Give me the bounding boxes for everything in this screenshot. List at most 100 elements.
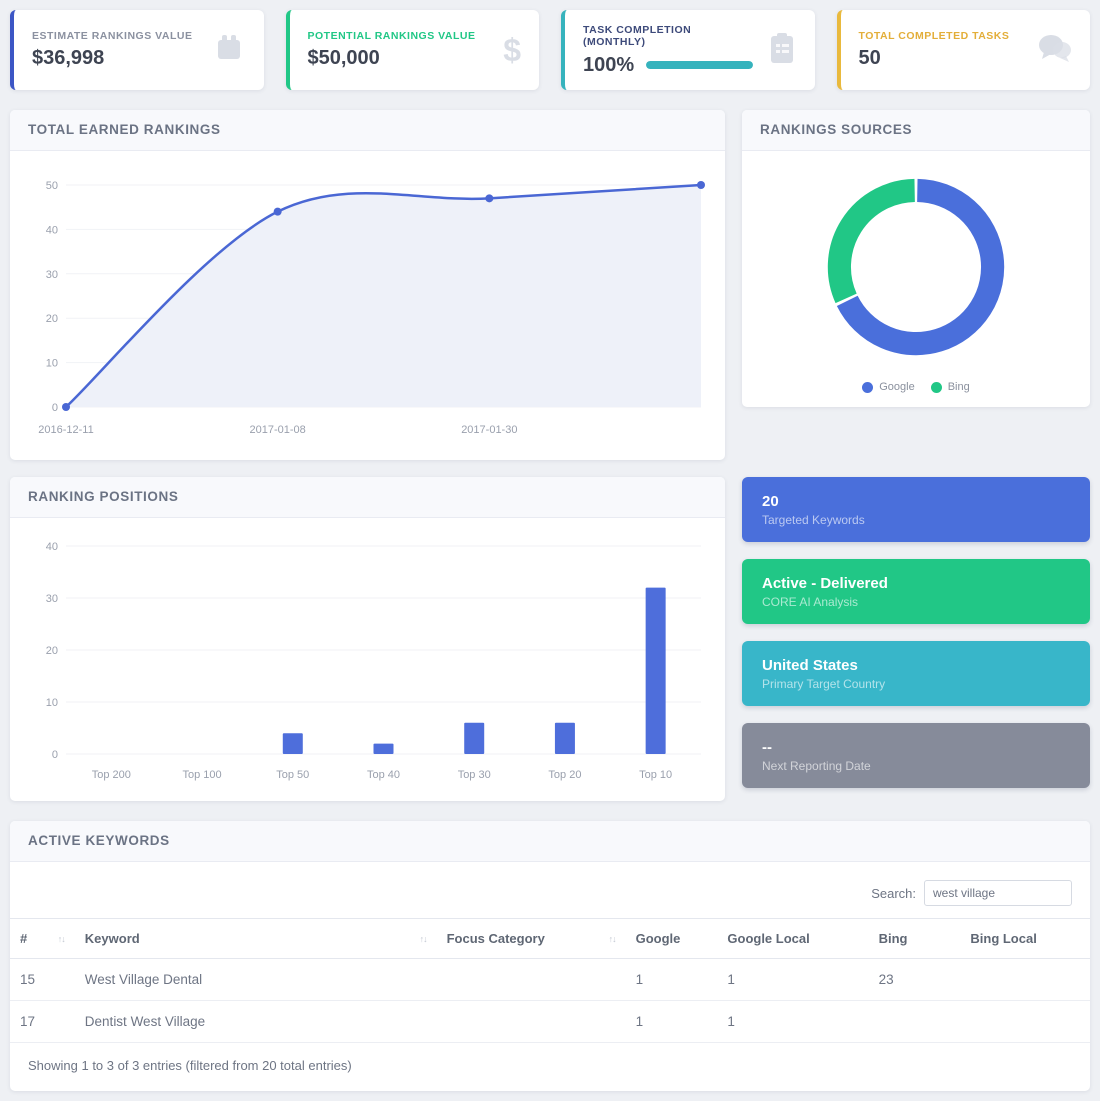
legend-item-bing: Bing: [931, 381, 970, 393]
svg-text:Top 10: Top 10: [639, 769, 672, 781]
info-card-title: United States: [762, 657, 1070, 674]
info-card-title: 20: [762, 493, 1070, 510]
dashboard-page: ESTIMATE RANKINGS VALUE $36,998 POTENTIA…: [0, 0, 1100, 1101]
svg-text:Top 20: Top 20: [548, 769, 581, 781]
clipboard-icon: [753, 31, 797, 70]
sort-icon: ↑↓: [609, 934, 616, 944]
svg-text:0: 0: [52, 749, 58, 761]
legend-item-google: Google: [862, 381, 914, 393]
ranking-positions-panel: RANKING POSITIONS 0 10 20 30 40 Top 200 Top 10…: [10, 477, 725, 801]
cell-focus-category: [437, 959, 626, 1001]
cell-keyword: Dentist West Village: [75, 1001, 437, 1043]
info-card-title: --: [762, 739, 1070, 756]
svg-text:Top 100: Top 100: [182, 769, 221, 781]
search-input[interactable]: [924, 880, 1072, 906]
stat-label: ESTIMATE RANKINGS VALUE: [32, 30, 202, 42]
svg-text:10: 10: [46, 697, 58, 709]
cell-bing-local: [960, 1001, 1090, 1043]
column-header-num[interactable]: # ↑↓: [10, 919, 75, 959]
legend-label: Bing: [948, 381, 970, 393]
info-card-core-ai-analysis: Active - Delivered CORE AI Analysis: [742, 559, 1090, 624]
earned-rankings-line-chart: 0 10 20 30 40 50 2016-12-11 2017-01-08 2017-01-3…: [18, 161, 717, 449]
table-header-row: # ↑↓ Keyword ↑↓ Focus Category ↑↓ Google: [10, 919, 1090, 959]
total-earned-rankings-panel: TOTAL EARNED RANKINGS 0 10 20 30 40 50 2016-12…: [10, 110, 725, 460]
chat-icon: [1028, 32, 1072, 69]
chart-legend: Google Bing: [862, 381, 970, 393]
panel-header: RANKINGS SOURCES: [742, 110, 1090, 151]
legend-dot-icon: [931, 382, 942, 393]
stat-card-potential-value: POTENTIAL RANKINGS VALUE $50,000 $: [286, 10, 540, 90]
sort-icon: ↑↓: [420, 934, 427, 944]
stat-label: POTENTIAL RANKINGS VALUE: [308, 30, 478, 42]
sort-icon: ↑↓: [58, 934, 65, 944]
column-header-focus-category[interactable]: Focus Category ↑↓: [437, 919, 626, 959]
active-keywords-table: # ↑↓ Keyword ↑↓ Focus Category ↑↓ Google: [10, 918, 1090, 1043]
svg-text:0: 0: [52, 402, 58, 414]
cell-google-local: 1: [717, 1001, 868, 1043]
svg-text:30: 30: [46, 593, 58, 605]
cell-google-local: 1: [717, 959, 868, 1001]
cell-focus-category: [437, 1001, 626, 1043]
table-entries-info: Showing 1 to 3 of 3 entries (filtered fr…: [10, 1043, 1090, 1091]
panel-title: TOTAL EARNED RANKINGS: [28, 122, 221, 137]
panel-title: RANKINGS SOURCES: [760, 122, 912, 137]
svg-text:Top 50: Top 50: [276, 769, 309, 781]
svg-text:2017-01-08: 2017-01-08: [250, 424, 306, 436]
task-progress-bar: [646, 61, 752, 69]
svg-text:Top 200: Top 200: [92, 769, 131, 781]
active-keywords-panel: ACTIVE KEYWORDS Search: # ↑↓: [10, 821, 1090, 1091]
info-card-subtitle: Primary Target Country: [762, 677, 1070, 691]
stat-card-task-completion: TASK COMPLETION (MONTHLY) 100%: [561, 10, 815, 90]
legend-dot-icon: [862, 382, 873, 393]
stat-value: 50: [859, 47, 1029, 70]
stats-row: ESTIMATE RANKINGS VALUE $36,998 POTENTIA…: [10, 10, 1090, 90]
info-card-next-reporting-date: -- Next Reporting Date: [742, 723, 1090, 788]
svg-text:Top 30: Top 30: [458, 769, 491, 781]
stat-card-estimate-value: ESTIMATE RANKINGS VALUE $36,998: [10, 10, 264, 90]
svg-text:20: 20: [46, 645, 58, 657]
column-header-google-local: Google Local: [717, 919, 868, 959]
main-grid: TOTAL EARNED RANKINGS 010203040502016-12…: [10, 110, 1090, 1091]
dollar-icon: $: [477, 34, 521, 66]
rankings-sources-panel: RANKINGS SOURCES Google Bing: [742, 110, 1090, 407]
svg-text:2016-12-11: 2016-12-11: [38, 424, 93, 436]
info-card-primary-target-country: United States Primary Target Country: [742, 641, 1090, 706]
info-card-subtitle: Next Reporting Date: [762, 759, 1070, 773]
cell-google: 1: [626, 959, 718, 1001]
svg-text:40: 40: [46, 541, 58, 553]
column-header-bing: Bing: [869, 919, 961, 959]
stat-value: 100%: [583, 54, 634, 77]
column-header-keyword[interactable]: Keyword ↑↓: [75, 919, 437, 959]
panel-title: RANKING POSITIONS: [28, 489, 178, 504]
cell-google: 1: [626, 1001, 718, 1043]
info-card-subtitle: Targeted Keywords: [762, 513, 1070, 527]
legend-label: Google: [879, 381, 914, 393]
ranking-positions-bar-chart: 0 10 20 30 40 Top 200 Top 100 Top 50 Top 40 Top 3…: [18, 528, 717, 790]
column-header-google: Google: [626, 919, 718, 959]
svg-text:2017-01-30: 2017-01-30: [461, 424, 517, 436]
svg-text:50: 50: [46, 180, 58, 192]
panel-header: RANKING POSITIONS: [10, 477, 725, 518]
cell-bing: [869, 1001, 961, 1043]
svg-text:Top 40: Top 40: [367, 769, 400, 781]
column-header-bing-local: Bing Local: [960, 919, 1090, 959]
svg-text:30: 30: [46, 269, 58, 281]
cell-num: 17: [10, 1001, 75, 1043]
info-card-title: Active - Delivered: [762, 575, 1070, 592]
search-label: Search:: [871, 886, 916, 901]
calendar-icon: [202, 31, 246, 70]
info-card-targeted-keywords: 20 Targeted Keywords: [742, 477, 1090, 542]
panel-header: ACTIVE KEYWORDS: [10, 821, 1090, 862]
rankings-sources-donut-chart: [818, 169, 1014, 365]
svg-text:20: 20: [46, 313, 58, 325]
info-card-subtitle: CORE AI Analysis: [762, 595, 1070, 609]
table-toolbar: Search:: [10, 862, 1090, 918]
panel-header: TOTAL EARNED RANKINGS: [10, 110, 725, 151]
svg-text:40: 40: [46, 224, 58, 236]
svg-text:10: 10: [46, 358, 58, 370]
stat-card-completed-tasks: TOTAL COMPLETED TASKS 50: [837, 10, 1091, 90]
stat-value: $50,000: [308, 47, 478, 70]
cell-keyword: West Village Dental: [75, 959, 437, 1001]
stat-label: TOTAL COMPLETED TASKS: [859, 30, 1029, 42]
stat-label: TASK COMPLETION (MONTHLY): [583, 24, 753, 48]
